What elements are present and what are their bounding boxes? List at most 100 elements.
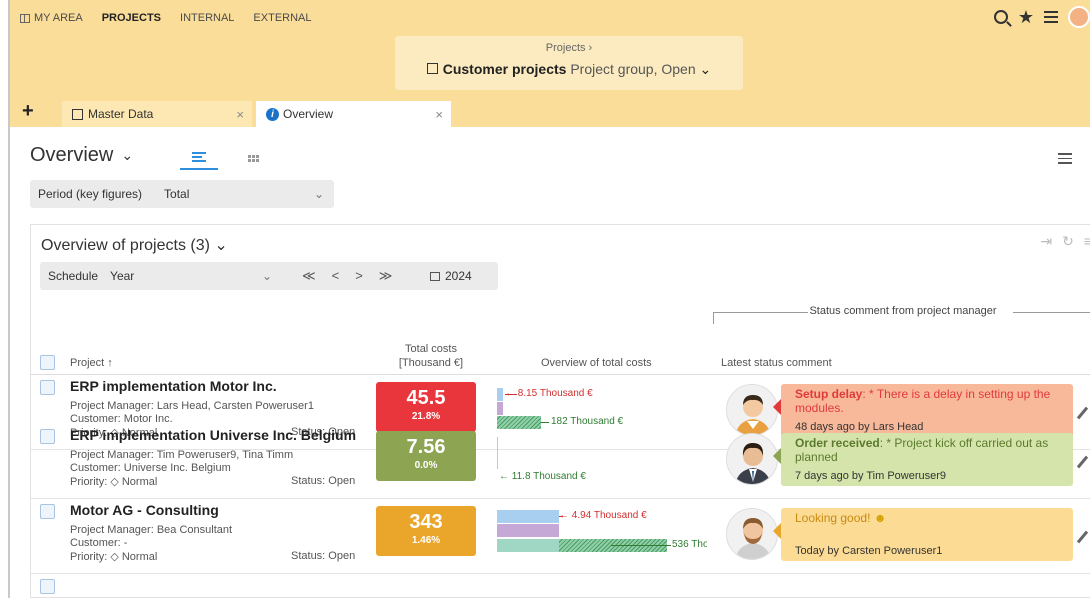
row-checkbox[interactable] bbox=[40, 429, 55, 444]
grid-view-icon[interactable] bbox=[234, 146, 272, 170]
add-tab-button[interactable]: + bbox=[22, 100, 34, 123]
total-costs-kpi[interactable]: 343 1.46% bbox=[376, 506, 476, 556]
nav-projects[interactable]: PROJECTS bbox=[102, 12, 161, 24]
row-checkbox[interactable] bbox=[40, 504, 55, 519]
nav-my-area[interactable]: MY AREA bbox=[20, 12, 83, 24]
menu-icon[interactable] bbox=[1044, 11, 1058, 23]
next-period-button[interactable]: > bbox=[355, 268, 363, 284]
info-icon: i bbox=[266, 107, 279, 121]
cost-bar bbox=[497, 437, 498, 469]
list-view-icon[interactable] bbox=[180, 146, 218, 170]
kpi-percent: 1.46% bbox=[411, 535, 441, 546]
comment-title: Setup delay bbox=[795, 387, 863, 401]
status-comment[interactable]: Looking good! ☻ Today by Carsten Powerus… bbox=[773, 508, 1073, 561]
star-icon[interactable]: ★ bbox=[1018, 7, 1034, 28]
tab-label: Master Data bbox=[88, 107, 154, 121]
document-icon bbox=[72, 108, 83, 120]
chevron-down-icon: ⌄ bbox=[699, 61, 712, 77]
period-label: Period (key figures) bbox=[38, 187, 143, 201]
project-priority: Priority: ◇ Normal bbox=[70, 551, 158, 563]
chevron-down-icon: ⌄ bbox=[313, 187, 324, 201]
project-detail: Project group, Open bbox=[570, 61, 696, 77]
refresh-icon[interactable]: ↻ bbox=[1062, 233, 1074, 250]
project-customer: Customer: - bbox=[70, 537, 128, 549]
edit-icon[interactable] bbox=[1076, 530, 1089, 544]
export-icon[interactable]: ⇥ bbox=[1040, 233, 1052, 250]
edit-icon[interactable] bbox=[1076, 406, 1089, 420]
kpi-percent: 0.0% bbox=[414, 460, 438, 471]
project-status: Status: Open bbox=[291, 475, 356, 487]
tab-overview[interactable]: i Overview × bbox=[256, 101, 451, 127]
page-title-text: Overview bbox=[30, 144, 114, 166]
project-breadcrumb[interactable]: Projects › bbox=[395, 42, 743, 54]
nav-internal[interactable]: INTERNAL bbox=[180, 12, 234, 24]
nav-my-area-label: MY AREA bbox=[34, 12, 83, 24]
avatar bbox=[726, 508, 778, 560]
cost-bar bbox=[497, 388, 503, 401]
table-row[interactable]: Motor AG - Consulting Project Manager: B… bbox=[31, 500, 1090, 574]
user-avatar[interactable] bbox=[1068, 6, 1090, 28]
last-period-button[interactable]: ≫ bbox=[379, 268, 393, 284]
app-frame: MY AREA PROJECTS INTERNAL EXTERNAL ★ Pro… bbox=[8, 0, 1090, 598]
period-select[interactable]: Period (key figures) Total ⌄ bbox=[30, 180, 334, 208]
kpi-value: 45.5 bbox=[406, 387, 446, 409]
project-selector-main[interactable]: Customer projects Project group, Open ⌄ bbox=[395, 61, 743, 78]
bar-label-top: ← 4.94 Thousand € bbox=[559, 510, 647, 521]
project-selector[interactable]: Projects › Customer projects Project gro… bbox=[395, 36, 743, 90]
filter-icon[interactable]: ≡ bbox=[1084, 233, 1090, 250]
year-picker[interactable]: 2024 bbox=[430, 269, 472, 283]
close-icon[interactable]: × bbox=[435, 107, 443, 122]
close-icon[interactable]: × bbox=[236, 107, 244, 122]
schedule-nav: ≪ < > ≫ bbox=[302, 268, 392, 284]
nav-external[interactable]: EXTERNAL bbox=[253, 12, 311, 24]
edit-icon[interactable] bbox=[1076, 455, 1089, 469]
avatar bbox=[726, 433, 778, 485]
cost-bars: ← 11.8 Thousand € bbox=[497, 425, 707, 495]
project-priority: Priority: ◇ Normal bbox=[70, 476, 158, 488]
view-switcher bbox=[180, 146, 272, 170]
project-name[interactable]: ERP implementation Universe Inc. Belgium bbox=[70, 427, 356, 443]
page-title[interactable]: Overview ⌄ bbox=[30, 144, 133, 167]
tab-strip: + Master Data × i Overview × bbox=[10, 97, 1090, 127]
my-area-icon bbox=[20, 13, 30, 23]
bar-label-bottom: 536 Thou bbox=[672, 539, 707, 550]
schedule-toolbar: Schedule Year ⌄ ≪ < > ≫ 2024 bbox=[40, 262, 498, 290]
project-name[interactable]: Motor AG - Consulting bbox=[70, 502, 219, 518]
comment-title: Looking good! bbox=[795, 511, 871, 525]
new-row-checkbox[interactable] bbox=[40, 579, 55, 594]
projects-panel: Overview of projects (3) ⌄ ⇥ ↻ ≡ Schedul… bbox=[30, 224, 1090, 598]
select-all-checkbox[interactable] bbox=[40, 355, 55, 370]
project-name[interactable]: ERP implementation Motor Inc. bbox=[70, 378, 277, 394]
top-icons: ★ bbox=[993, 6, 1090, 28]
group-header-text: Status comment from project manager bbox=[809, 305, 997, 317]
column-project[interactable]: Project ↑ bbox=[70, 357, 113, 369]
bar-label-bottom: ← 11.8 Thousand € bbox=[499, 471, 586, 482]
panel-title[interactable]: Overview of projects (3) ⌄ bbox=[41, 235, 228, 255]
table-row[interactable]: ERP implementation Universe Inc. Belgium… bbox=[31, 425, 1090, 499]
chevron-down-icon: ⌄ bbox=[121, 147, 134, 163]
total-costs-kpi[interactable]: 7.56 0.0% bbox=[376, 431, 476, 481]
period-value: Total bbox=[164, 187, 190, 201]
tab-master-data[interactable]: Master Data × bbox=[62, 101, 252, 127]
column-total-costs[interactable]: Total costs bbox=[386, 343, 476, 355]
kpi-percent: 21.8% bbox=[411, 411, 441, 422]
status-comment[interactable]: Order received: * Project kick off carri… bbox=[773, 433, 1073, 486]
column-total-costs-unit: [Thousand €] bbox=[398, 357, 464, 369]
row-checkbox[interactable] bbox=[40, 380, 55, 395]
prev-period-button[interactable]: < bbox=[332, 268, 340, 284]
cost-bars: ← 4.94 Thousand € 536 Thou bbox=[497, 500, 707, 570]
cost-bar bbox=[497, 539, 559, 552]
chevron-down-icon: ⌄ bbox=[214, 237, 228, 254]
kpi-value: 343 bbox=[409, 511, 443, 533]
search-icon[interactable] bbox=[993, 10, 1008, 24]
chevron-down-icon[interactable]: ⌄ bbox=[262, 269, 272, 283]
bar-label-top: ← 8.15 Thousand € bbox=[505, 388, 593, 399]
comment-author: Today by Carsten Poweruser1 bbox=[795, 545, 943, 557]
settings-sliders-icon[interactable] bbox=[1058, 150, 1072, 167]
table-header: Project ↑ Total costs [Thousand €] Overv… bbox=[31, 335, 1090, 375]
kpi-value: 7.56 bbox=[406, 436, 446, 458]
project-manager: Project Manager: Tim Poweruser9, Tina Ti… bbox=[70, 449, 294, 461]
schedule-value[interactable]: Year bbox=[110, 269, 134, 283]
year-value: 2024 bbox=[445, 269, 472, 283]
first-period-button[interactable]: ≪ bbox=[302, 268, 316, 284]
